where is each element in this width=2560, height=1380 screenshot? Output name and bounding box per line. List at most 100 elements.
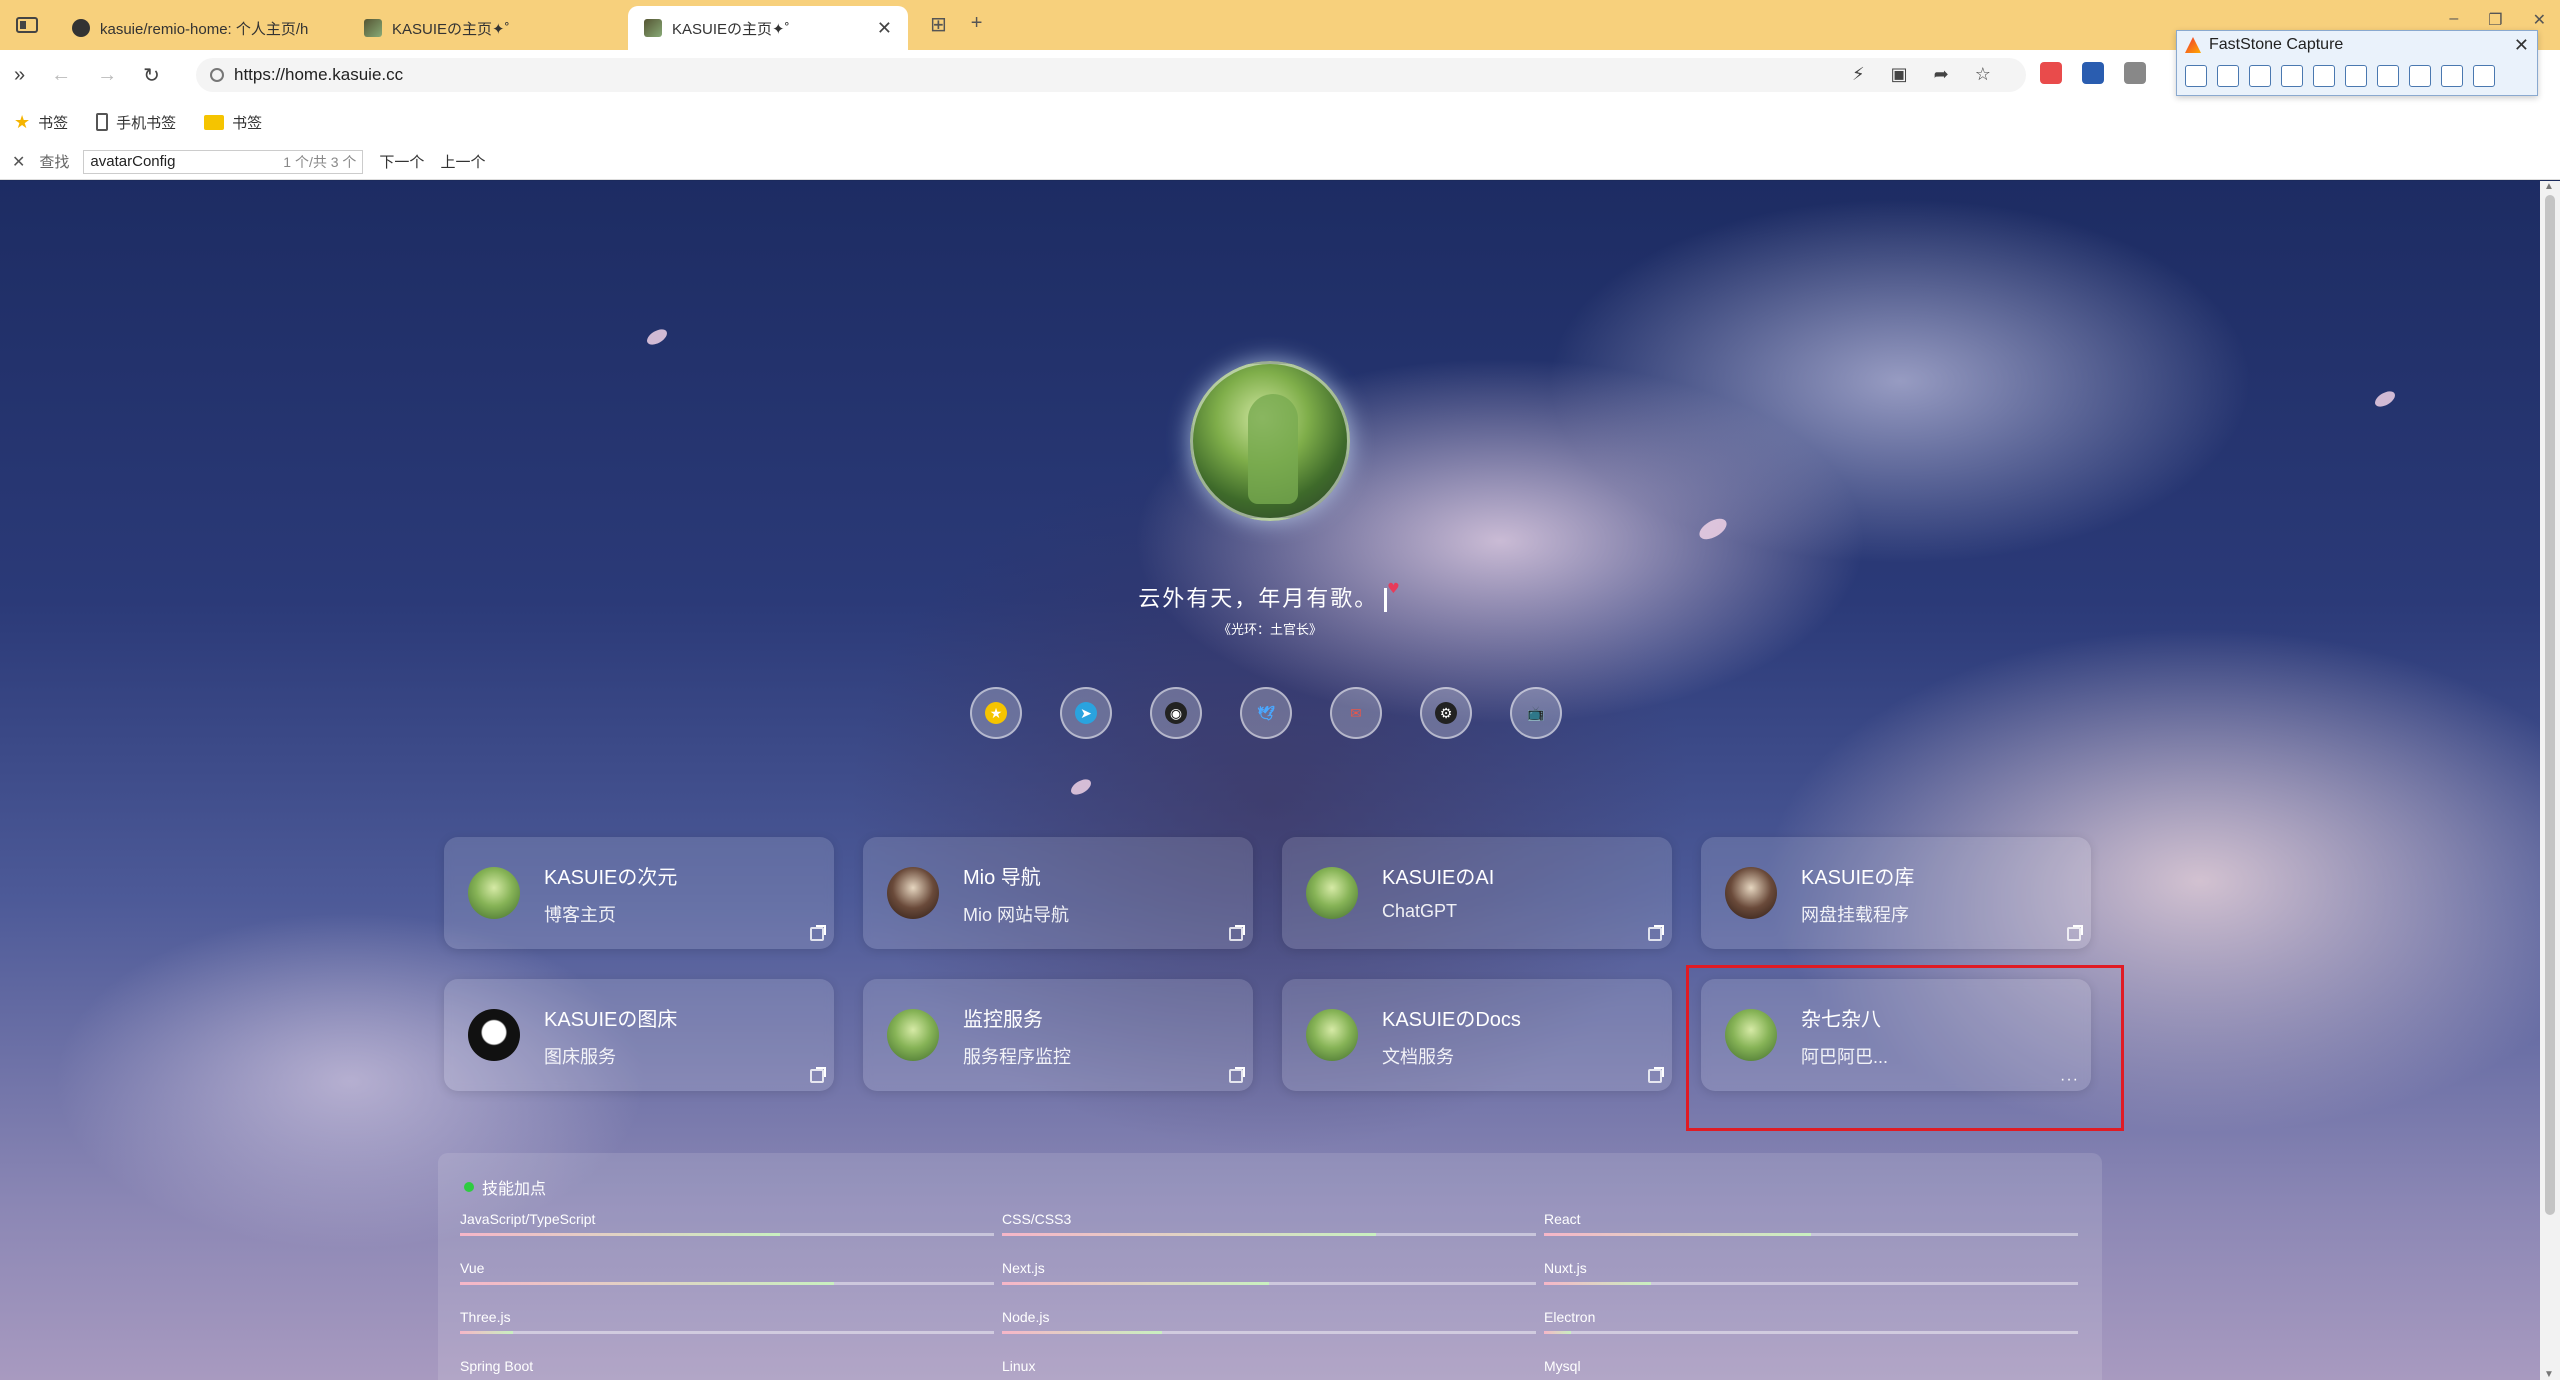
lightning-icon[interactable]: ⚡ bbox=[1852, 64, 1865, 85]
new-tab-button[interactable]: + bbox=[971, 12, 983, 37]
star-icon: ★ bbox=[985, 702, 1007, 724]
social-steam-link[interactable]: ⚙ bbox=[1420, 687, 1472, 739]
skill-progress-track bbox=[1544, 1233, 2078, 1236]
folder-icon bbox=[204, 114, 225, 130]
scroll-down-icon[interactable]: ▼ bbox=[2544, 1369, 2554, 1380]
tab-grid-icon[interactable]: ⊞ bbox=[930, 12, 947, 37]
share-icon[interactable]: ➦ bbox=[1934, 64, 1949, 85]
social-github-link[interactable]: ◉ bbox=[1150, 687, 1202, 739]
close-window-button[interactable]: ✕ bbox=[2533, 10, 2546, 30]
site-card[interactable]: Mio 导航 Mio 网站导航 bbox=[863, 837, 1253, 949]
capture-fullscreen-icon[interactable] bbox=[2313, 65, 2335, 87]
bookmark-mobile[interactable]: 手机书签 bbox=[96, 112, 176, 133]
capture-rect-icon[interactable] bbox=[2249, 65, 2271, 87]
card-avatar bbox=[1306, 867, 1358, 919]
find-count: 1 个/共 3 个 bbox=[283, 153, 357, 170]
search-icon bbox=[210, 68, 224, 82]
social-twitter-link[interactable]: 🕊 bbox=[1240, 687, 1292, 739]
bookmark-folder[interactable]: 书签 bbox=[204, 112, 262, 133]
profile-avatar[interactable] bbox=[1190, 361, 1350, 521]
skill-row: CSS/CSS3 bbox=[1002, 1211, 1536, 1239]
skill-name: Node.js bbox=[1002, 1309, 1050, 1325]
skill-progress-fill bbox=[1002, 1331, 1163, 1334]
minimize-button[interactable]: – bbox=[2449, 10, 2458, 30]
url-field[interactable]: https://home.kasuie.cc bbox=[196, 58, 2026, 92]
card-avatar bbox=[468, 867, 520, 919]
faststone-capture-toolbar: FastStone Capture ✕ bbox=[2176, 30, 2538, 96]
reload-button[interactable]: ↻ bbox=[143, 63, 160, 88]
timer-icon[interactable] bbox=[2409, 65, 2431, 87]
pdf-extension-icon[interactable] bbox=[2040, 62, 2062, 84]
tab-kasuie-home-active[interactable]: KASUIEの主页✦˚ ✕ bbox=[628, 6, 908, 50]
scrollbar-thumb[interactable] bbox=[2545, 195, 2555, 1215]
tab-github[interactable]: kasuie/remio-home: 个人主页/h bbox=[56, 6, 346, 50]
site-card[interactable]: KASUIEの图床 图床服务 bbox=[444, 979, 834, 1091]
qr-extension-icon[interactable] bbox=[2124, 62, 2146, 84]
petal-decoration bbox=[1068, 776, 1094, 798]
skill-progress-track bbox=[460, 1282, 994, 1285]
scroll-up-icon[interactable]: ▲ bbox=[2544, 181, 2554, 192]
capture-window-icon[interactable] bbox=[2217, 65, 2239, 87]
skills-heading: 技能加点 bbox=[464, 1175, 546, 1199]
skill-progress-fill bbox=[460, 1331, 514, 1334]
find-input[interactable]: avatarConfig 1 个/共 3 个 bbox=[83, 149, 364, 174]
site-card[interactable]: KASUIEの库 网盘挂载程序 bbox=[1701, 837, 2091, 949]
skill-row: Linux bbox=[1002, 1358, 1536, 1380]
telegram-icon: ➤ bbox=[1075, 702, 1097, 724]
skill-progress-fill bbox=[1002, 1233, 1376, 1236]
site-card[interactable]: KASUIEのAI ChatGPT bbox=[1282, 837, 1672, 949]
skill-progress-track bbox=[1002, 1282, 1536, 1285]
skill-row: Spring Boot bbox=[460, 1358, 994, 1380]
page-scrollbar[interactable]: ▲ ▼ bbox=[2540, 181, 2560, 1380]
capture-freehand-icon[interactable] bbox=[2281, 65, 2303, 87]
card-avatar bbox=[887, 867, 939, 919]
skill-row: Next.js bbox=[1002, 1260, 1536, 1288]
external-link-icon bbox=[1648, 1067, 1664, 1083]
github-icon: ◉ bbox=[1165, 702, 1187, 724]
expand-icon[interactable]: » bbox=[14, 64, 25, 87]
translate-extension-icon[interactable] bbox=[2082, 62, 2104, 84]
forward-button[interactable]: → bbox=[97, 64, 117, 87]
skill-name: CSS/CSS3 bbox=[1002, 1211, 1072, 1227]
find-prev-button[interactable]: 上一个 bbox=[440, 151, 485, 172]
card-avatar bbox=[468, 1009, 520, 1061]
bookmark-star[interactable]: ★ 书签 bbox=[14, 112, 68, 133]
site-card[interactable]: 监控服务 服务程序监控 bbox=[863, 979, 1253, 1091]
bilibili-icon: 📺 bbox=[1527, 704, 1545, 721]
skill-name: Mysql bbox=[1544, 1358, 1581, 1374]
capture-scroll-icon[interactable] bbox=[2345, 65, 2367, 87]
social-email-link[interactable]: ✉ bbox=[1330, 687, 1382, 739]
skill-row: Node.js bbox=[1002, 1309, 1536, 1337]
skill-name: Linux bbox=[1002, 1358, 1036, 1374]
open-icon[interactable] bbox=[2185, 65, 2207, 87]
site-card[interactable]: KASUIEのDocs 文档服务 bbox=[1282, 979, 1672, 1091]
site-card[interactable]: KASUIEの次元 博客主页 bbox=[444, 837, 834, 949]
close-find-icon[interactable]: ✕ bbox=[12, 152, 25, 172]
external-link-icon bbox=[1229, 925, 1245, 941]
tab-close-icon[interactable]: ✕ bbox=[877, 18, 892, 39]
external-link-icon bbox=[810, 925, 826, 941]
petal-decoration bbox=[644, 326, 670, 348]
skill-name: Nuxt.js bbox=[1544, 1260, 1587, 1276]
social-star-link[interactable]: ★ bbox=[970, 687, 1022, 739]
skill-progress-fill bbox=[1544, 1331, 1571, 1334]
output-icon[interactable] bbox=[2441, 65, 2463, 87]
skill-row: Three.js bbox=[460, 1309, 994, 1337]
selection-highlight-box bbox=[1686, 965, 2124, 1131]
back-button[interactable]: ← bbox=[51, 64, 71, 87]
favorite-star-icon[interactable]: ☆ bbox=[1975, 64, 1991, 85]
social-bilibili-link[interactable]: 📺 bbox=[1510, 687, 1562, 739]
reader-icon[interactable]: ▣ bbox=[1891, 64, 1908, 85]
social-telegram-link[interactable]: ➤ bbox=[1060, 687, 1112, 739]
maximize-button[interactable]: ❐ bbox=[2488, 10, 2502, 30]
star-icon: ★ bbox=[14, 111, 31, 132]
faststone-close-icon[interactable]: ✕ bbox=[2514, 35, 2529, 56]
skill-progress-track bbox=[460, 1233, 994, 1236]
skill-progress-track bbox=[1544, 1331, 2078, 1334]
skill-name: Next.js bbox=[1002, 1260, 1045, 1276]
settings-icon[interactable] bbox=[2473, 65, 2495, 87]
screen-record-icon[interactable] bbox=[2377, 65, 2399, 87]
tab-kasuie-home[interactable]: KASUIEの主页✦˚ bbox=[348, 6, 628, 50]
find-next-button[interactable]: 下一个 bbox=[379, 151, 424, 172]
sidebar-toggle-button[interactable] bbox=[10, 12, 44, 38]
